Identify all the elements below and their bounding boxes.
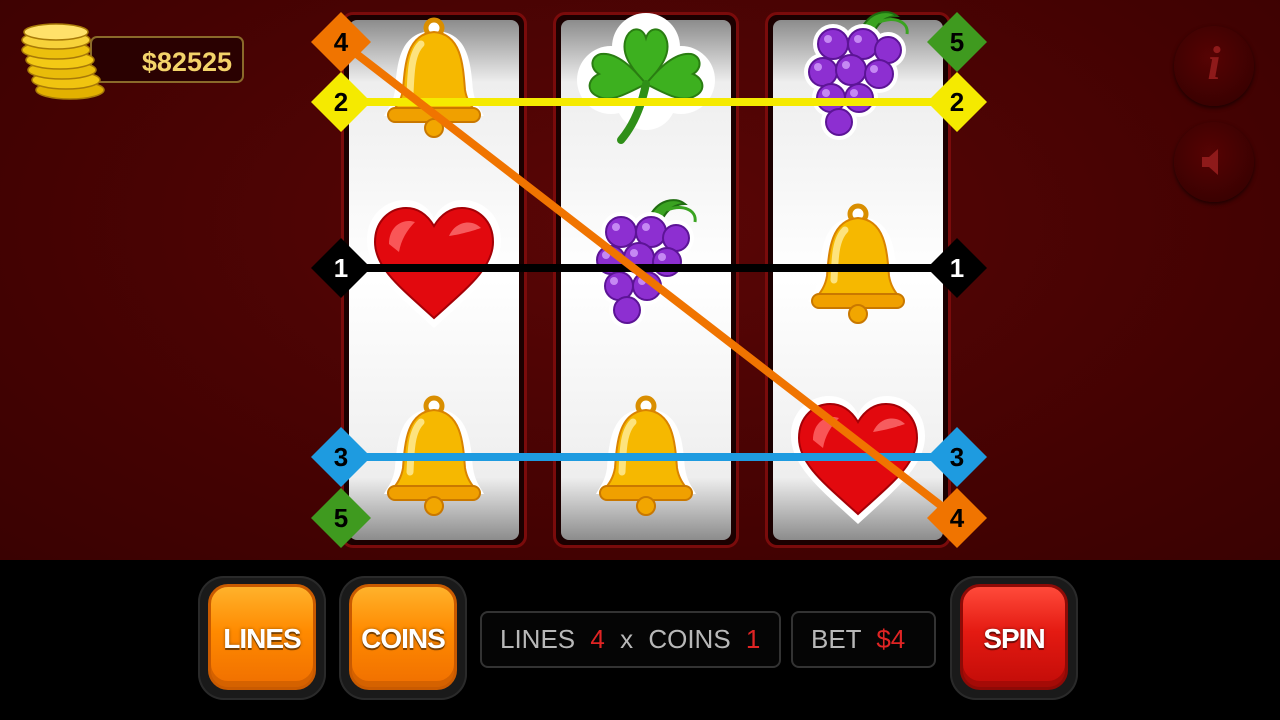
bell-symbol: [359, 4, 509, 154]
coins-button-label: COINS: [361, 623, 446, 654]
lines-button[interactable]: LINES: [208, 584, 316, 690]
grapes-symbol: [571, 188, 721, 338]
balance-amount: $82525: [141, 47, 232, 77]
grapes-symbol: [783, 0, 933, 150]
spin-button[interactable]: SPIN: [960, 584, 1068, 690]
coins-label: COINS: [648, 624, 731, 654]
bet-display: BET $4: [791, 611, 936, 668]
balance-display: $82525: [90, 36, 244, 83]
lines-button-frame: LINES: [198, 576, 326, 700]
info-button[interactable]: i: [1174, 26, 1254, 106]
bell-symbol: [571, 382, 721, 532]
bet-value: $4: [876, 624, 906, 654]
coins-value: 1: [745, 624, 761, 654]
sound-button[interactable]: [1174, 122, 1254, 202]
bet-label: BET: [811, 624, 862, 654]
times-sign: x: [620, 624, 634, 654]
heart-symbol: [359, 190, 509, 340]
speaker-mute-icon: [1202, 149, 1218, 175]
lines-value: 4: [590, 624, 605, 654]
gold-coins-icon: [21, 23, 105, 100]
reel-2: [553, 12, 739, 548]
reel-1: [341, 12, 527, 548]
spin-button-label: SPIN: [983, 623, 1045, 654]
bell-symbol: [783, 190, 933, 340]
clover-symbol: [571, 12, 721, 162]
lines-button-label: LINES: [223, 623, 301, 654]
coins-button-frame: COINS: [339, 576, 467, 700]
bell-symbol: [359, 382, 509, 532]
info-icon: i: [1207, 37, 1221, 90]
lines-coins-display: LINES 4 x COINS 1: [480, 611, 781, 668]
spin-button-frame: SPIN: [950, 576, 1078, 700]
lines-label: LINES: [500, 624, 576, 654]
reel-3: [765, 12, 951, 548]
heart-symbol: [783, 386, 933, 536]
coins-button[interactable]: COINS: [349, 584, 457, 690]
